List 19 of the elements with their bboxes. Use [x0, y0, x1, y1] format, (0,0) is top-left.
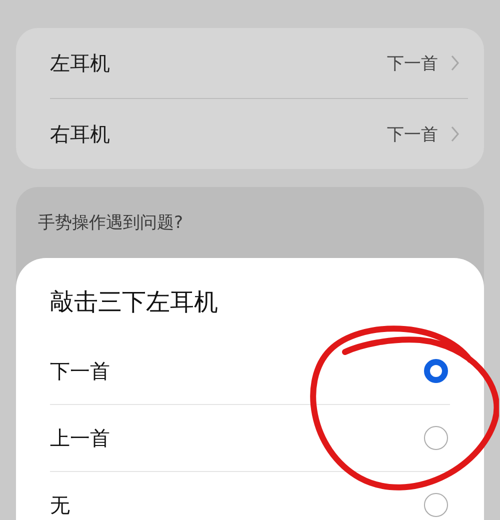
- radio-button[interactable]: [424, 426, 448, 450]
- radio-button[interactable]: [424, 493, 448, 517]
- row-label: 右耳机: [50, 120, 111, 148]
- option-row[interactable]: 上一首: [50, 405, 450, 471]
- option-label: 上一首: [50, 424, 111, 452]
- row-label: 左耳机: [50, 50, 111, 76]
- option-label: 下一首: [50, 358, 111, 384]
- option-row[interactable]: 无: [50, 472, 450, 520]
- chevron-icon: [450, 54, 460, 72]
- row-value: 下一首: [387, 52, 438, 74]
- radio-button[interactable]: [424, 359, 448, 383]
- chevron-icon: [450, 125, 460, 143]
- help-text: 手势操作遇到问题?: [38, 212, 184, 234]
- option-label: 无: [50, 492, 71, 518]
- row-value: 下一首: [387, 124, 438, 146]
- settings-row[interactable]: 左耳机 下一首: [16, 28, 484, 98]
- sheet-title: 敲击三下左耳机: [50, 287, 218, 318]
- settings-row[interactable]: 右耳机 下一首: [16, 99, 484, 169]
- option-row[interactable]: 下一首: [50, 338, 450, 404]
